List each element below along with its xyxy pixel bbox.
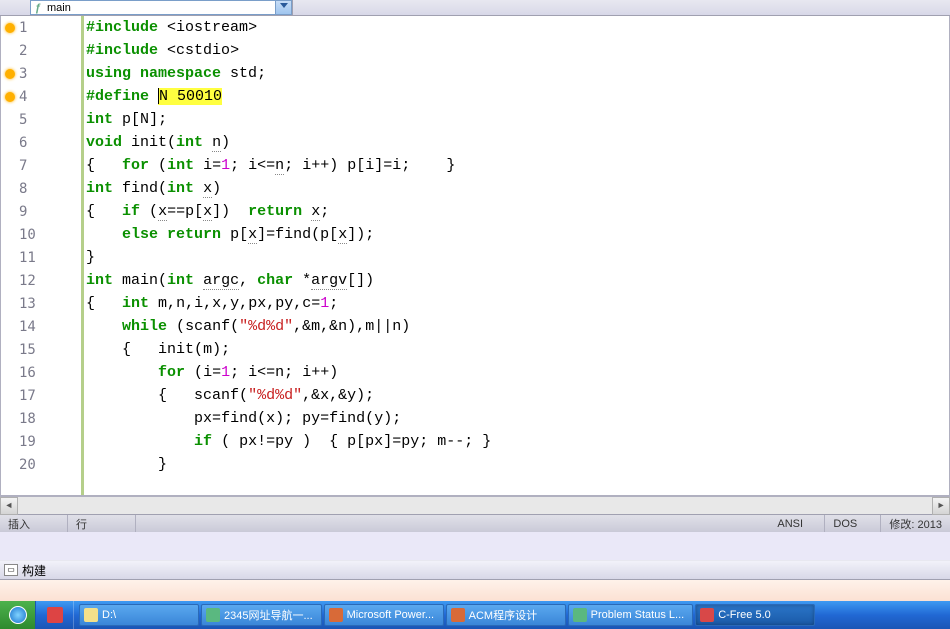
toolbar-strip: ƒ main [0, 0, 950, 16]
code-line[interactable]: if ( px!=py ) { p[px]=py; m--; } [84, 430, 949, 453]
taskbar-task[interactable]: Microsoft Power... [324, 604, 444, 626]
taskbar-task[interactable]: D:\ [79, 604, 199, 626]
marker-column [1, 16, 19, 495]
code-line[interactable]: int find(int x) [84, 177, 949, 200]
taskbar-task[interactable]: C-Free 5.0 [695, 604, 815, 626]
ql-icon[interactable] [47, 607, 63, 623]
status-eol: DOS [825, 515, 881, 532]
task-label: D:\ [102, 609, 116, 621]
code-line[interactable]: px=find(x); py=find(y); [84, 407, 949, 430]
scroll-track[interactable] [18, 497, 932, 514]
task-icon [206, 608, 220, 622]
code-line[interactable]: } [84, 246, 949, 269]
taskbar[interactable]: D:\ 2345网址导航一... Microsoft Power... ACM程序设计… [0, 601, 950, 629]
code-line[interactable]: for (i=1; i<=n; i++) [84, 361, 949, 384]
chevron-down-icon[interactable] [275, 1, 291, 14]
task-icon [451, 608, 465, 622]
line-number-gutter: 1234567891011121314151617181920 [19, 16, 81, 495]
scroll-left-arrow[interactable]: ◄ [0, 497, 18, 515]
task-label: Problem Status L... [591, 609, 685, 621]
code-line[interactable]: } [84, 453, 949, 476]
task-icon [329, 608, 343, 622]
function-combo[interactable]: ƒ main [30, 0, 292, 15]
start-orb-icon [9, 606, 27, 624]
status-modify: 修改: 2013 [881, 515, 950, 532]
task-icon [84, 608, 98, 622]
code-line[interactable]: { init(m); [84, 338, 949, 361]
task-label: ACM程序设计 [469, 607, 537, 623]
code-line[interactable]: else return p[x]=find(p[x]); [84, 223, 949, 246]
start-button[interactable] [0, 601, 36, 629]
code-line[interactable]: using namespace std; [84, 62, 949, 85]
horizontal-scrollbar[interactable]: ◄ ► [0, 496, 950, 514]
status-line: 行 [68, 515, 136, 532]
code-line[interactable]: { scanf("%d%d",&x,&y); [84, 384, 949, 407]
code-line[interactable]: { if (x==p[x]) return x; [84, 200, 949, 223]
task-label: 2345网址导航一... [224, 607, 313, 623]
quick-launch[interactable] [36, 601, 74, 629]
task-icon [573, 608, 587, 622]
build-panel: ▭ 构建 [0, 560, 950, 602]
code-line[interactable]: #include <iostream> [84, 16, 949, 39]
task-label: C-Free 5.0 [718, 609, 771, 621]
code-line[interactable]: int main(int argc, char *argv[]) [84, 269, 949, 292]
scroll-right-arrow[interactable]: ► [932, 497, 950, 515]
status-bar: 插入 行 ANSI DOS 修改: 2013 [0, 514, 950, 532]
code-line[interactable]: void init(int n) [84, 131, 949, 154]
build-icon: ▭ [4, 564, 18, 576]
taskbar-task[interactable]: ACM程序设计 [446, 604, 566, 626]
code-editor[interactable]: 1234567891011121314151617181920 #include… [0, 16, 950, 496]
status-insert: 插入 [0, 515, 68, 532]
code-line[interactable]: #include <cstdio> [84, 39, 949, 62]
taskbar-task[interactable]: Problem Status L... [568, 604, 694, 626]
code-line[interactable]: { for (int i=1; i<=n; i++) p[i]=i; } [84, 154, 949, 177]
code-line[interactable]: { int m,n,i,x,y,px,py,c=1; [84, 292, 949, 315]
build-tab[interactable]: ▭ 构建 [0, 560, 950, 580]
toolbar-right [292, 0, 950, 15]
code-line[interactable]: while (scanf("%d%d",&m,&n),m||n) [84, 315, 949, 338]
code-line[interactable]: #define N 50010 [84, 85, 949, 108]
task-label: Microsoft Power... [347, 609, 434, 621]
status-encoding: ANSI [769, 515, 825, 532]
task-buttons: D:\ 2345网址导航一... Microsoft Power... ACM程序设计… [74, 601, 950, 629]
function-combo-text: main [45, 2, 275, 14]
task-icon [700, 608, 714, 622]
code-line[interactable]: int p[N]; [84, 108, 949, 131]
build-title: 构建 [22, 562, 46, 579]
build-output [0, 580, 950, 602]
taskbar-task[interactable]: 2345网址导航一... [201, 604, 322, 626]
function-icon: ƒ [31, 2, 45, 14]
code-area[interactable]: #include <iostream>#include <cstdio>usin… [84, 16, 949, 495]
panel-gap [0, 532, 950, 560]
